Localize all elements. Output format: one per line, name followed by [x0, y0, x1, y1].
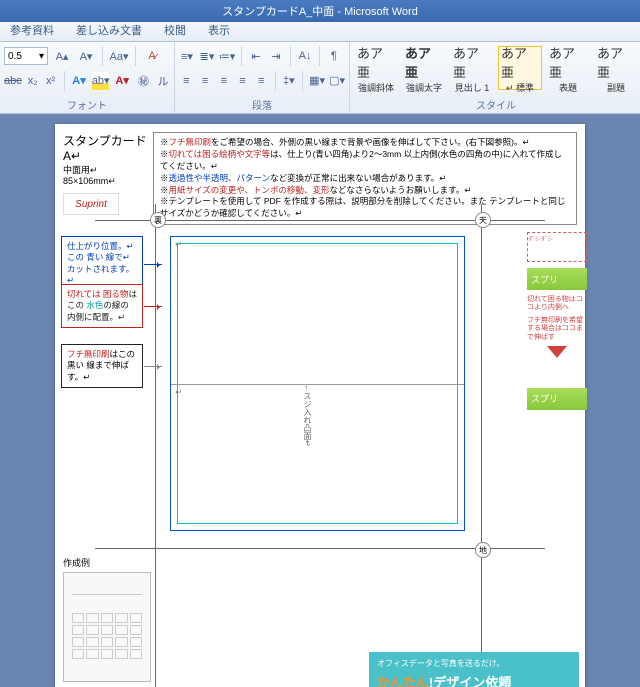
down-arrow-icon	[547, 346, 567, 368]
change-case-icon[interactable]: Aa▾	[109, 47, 129, 65]
strikethrough-icon[interactable]: abc	[4, 72, 22, 90]
suprint-logo: Suprint	[63, 193, 119, 215]
ribbon: 0.5▾ A▴ A▾ Aa▾ A̷ abc x₂ x² A▾ ab▾ A▾ ㊙ …	[0, 42, 640, 114]
style-5[interactable]: あア亜副題	[594, 46, 638, 90]
text-effects-icon[interactable]: A▾	[70, 72, 87, 90]
callout-safe-area: 切れては 困る物はこの 水色の線の内側に配置。↵	[61, 284, 143, 328]
chi-marker: 地	[475, 542, 491, 558]
font-color-icon[interactable]: A▾	[113, 72, 130, 90]
card-template-outline: ↵ ↵	[170, 236, 465, 531]
document-area[interactable]: スタンプカードA↵ 中面用↵ 85×106mm↵ Suprint ※フチ無印刷を…	[0, 114, 640, 687]
increase-indent-icon[interactable]: ⇥	[268, 47, 284, 65]
bullets-icon[interactable]: ≡▾	[179, 47, 195, 65]
show-marks-icon[interactable]: ¶	[326, 47, 342, 65]
align-center-icon[interactable]: ≡	[198, 72, 213, 90]
ribbon-tabs: 参考資料 差し込み文書 校閲 表示	[0, 22, 640, 42]
font-size-input[interactable]: 0.5▾	[4, 47, 48, 65]
promo-banner: オフィスデータと写真を送るだけ。 かんたん!デザイン依頼 S スタジオ お気軽に…	[369, 652, 579, 687]
group-paragraph-label: 段落	[179, 95, 345, 113]
style-2[interactable]: あア亜見出し 1	[450, 46, 494, 90]
style-1[interactable]: あア亜強調太字	[402, 46, 446, 90]
style-3[interactable]: あア亜↵ 標準	[498, 46, 542, 90]
page: スタンプカードA↵ 中面用↵ 85×106mm↵ Suprint ※フチ無印刷を…	[55, 124, 585, 687]
tab-references[interactable]: 参考資料	[6, 19, 58, 41]
align-right-icon[interactable]: ≡	[216, 72, 231, 90]
numbering-icon[interactable]: ≣▾	[199, 47, 215, 65]
group-styles-label: スタイル	[354, 95, 638, 113]
align-left-icon[interactable]: ≡	[179, 72, 194, 90]
ten-marker: 天	[475, 212, 491, 228]
multilevel-icon[interactable]: ≔▾	[219, 47, 235, 65]
subscript-icon[interactable]: x₂	[26, 72, 40, 90]
decrease-indent-icon[interactable]: ⇤	[248, 47, 264, 65]
doc-header-left: スタンプカードA↵ 中面用↵ 85×106mm↵ Suprint	[63, 132, 151, 215]
superscript-icon[interactable]: x²	[44, 72, 58, 90]
line-spacing-icon[interactable]: ‡▾	[282, 72, 297, 90]
ura-marker: 裏	[150, 212, 166, 228]
grow-font-icon[interactable]: A▴	[52, 47, 72, 65]
styles-gallery: あア亜強調斜体あア亜強調太字あア亜見出し 1あア亜↵ 標準あア亜表題あア亜副題	[354, 46, 638, 90]
tab-review[interactable]: 校閲	[160, 19, 190, 41]
instruction-notes: ※フチ無印刷をご希望の場合、外側の黒い線まで背景や画像を伸ばして下さい。(右下図…	[153, 132, 577, 225]
side-preview: ﾀﾞﾐ- ﾀﾞﾐ- スプリ 切れて困る物はココより内側へ フチ無印刷を希望する場…	[527, 232, 587, 416]
distribute-icon[interactable]: ≡	[254, 72, 269, 90]
shrink-font-icon[interactable]: A▾	[76, 47, 96, 65]
clear-formatting-icon[interactable]: A̷	[142, 47, 162, 65]
shading-icon[interactable]: ▦▾	[309, 72, 325, 90]
fold-line-label: ←スジ入れ凸面↵	[302, 384, 313, 447]
example-thumbnail	[63, 572, 151, 682]
callout-bleed: フチ無印刷はこの 黒い 線まで伸ばす。↵	[61, 344, 143, 388]
group-font-label: フォント	[4, 95, 170, 113]
example-label: 作成例	[63, 556, 90, 569]
highlight-icon[interactable]: ab▾	[92, 72, 110, 90]
enclose-char-icon[interactable]: ㊙	[135, 72, 152, 90]
sort-icon[interactable]: A↓	[297, 47, 313, 65]
style-4[interactable]: あア亜表題	[546, 46, 590, 90]
style-0[interactable]: あア亜強調斜体	[354, 46, 398, 90]
borders-icon[interactable]: ▢▾	[329, 72, 345, 90]
tab-mailings[interactable]: 差し込み文書	[72, 19, 146, 41]
phonetic-guide-icon[interactable]: ル	[156, 72, 170, 90]
justify-icon[interactable]: ≡	[235, 72, 250, 90]
tab-view[interactable]: 表示	[204, 19, 234, 41]
